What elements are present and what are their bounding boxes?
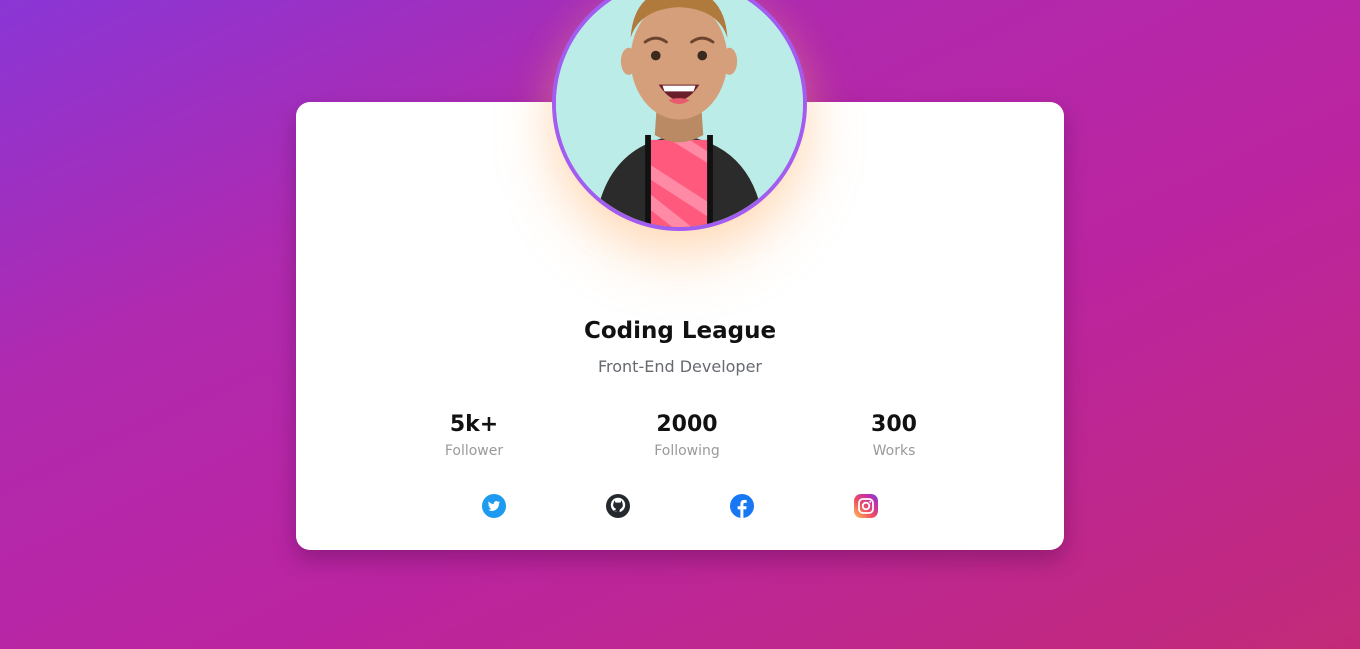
twitter-link[interactable]	[482, 494, 506, 518]
profile-name: Coding League	[583, 318, 777, 344]
facebook-icon	[730, 494, 754, 518]
stat-label: Follower	[444, 443, 504, 459]
instagram-icon	[854, 494, 878, 518]
stat-value: 2000	[656, 412, 718, 437]
instagram-link[interactable]	[854, 494, 878, 518]
avatar-illustration	[556, 0, 803, 227]
stat-following: 2000 Following	[617, 412, 757, 459]
facebook-link[interactable]	[730, 494, 754, 518]
stat-works: 300 Works	[824, 412, 964, 459]
stat-value: 300	[871, 412, 917, 437]
github-icon	[606, 494, 630, 518]
stat-label: Works	[872, 443, 916, 459]
avatar	[552, 0, 807, 231]
profile-card: Coding League Front-End Developer 5k+ Fo…	[296, 0, 1064, 550]
stat-label: Following	[654, 443, 720, 459]
stat-value: 5k+	[449, 412, 499, 437]
stat-followers: 5k+ Follower	[404, 412, 544, 459]
github-link[interactable]	[606, 494, 630, 518]
profile-role: Front-End Developer	[597, 357, 763, 376]
twitter-icon	[482, 494, 506, 518]
